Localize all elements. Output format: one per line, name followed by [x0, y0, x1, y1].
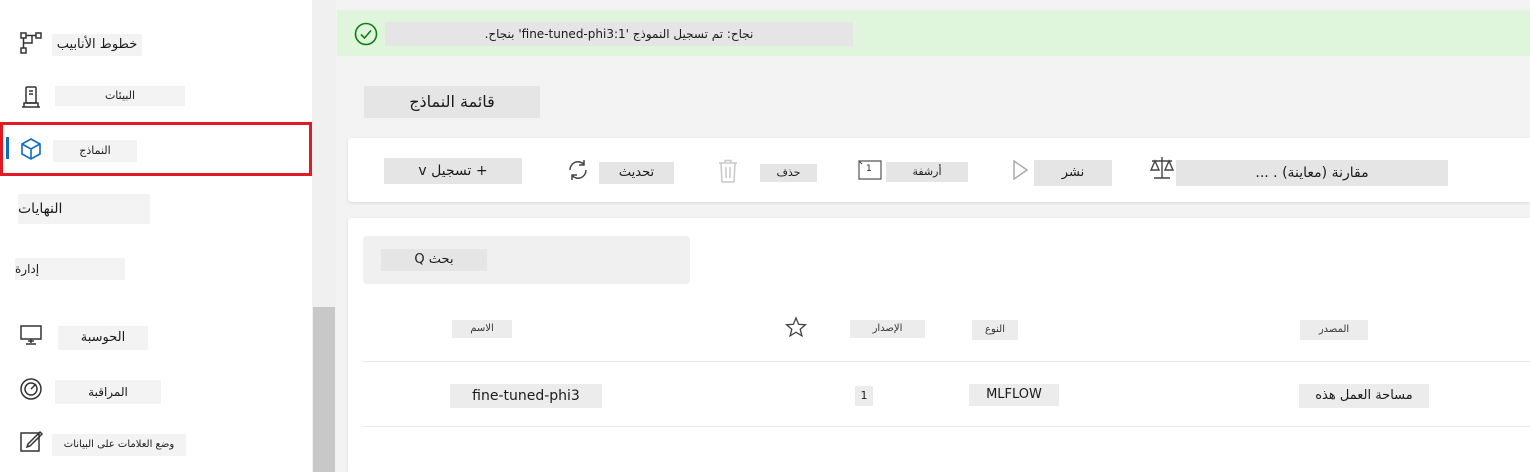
success-check-icon	[354, 22, 378, 46]
archive-button-label: أرشفة	[886, 162, 968, 182]
pipelines-icon	[18, 30, 44, 56]
sidebar-item-label: المراقبة	[55, 380, 161, 404]
banner-message: نجاح: تم تسجيل النموذج 'fine-tuned-phi3:…	[385, 22, 853, 46]
search-input[interactable]: بحث Q	[363, 236, 690, 284]
refresh-icon	[564, 156, 592, 188]
search-label: بحث Q	[381, 249, 487, 271]
delete-button[interactable]: حذف	[716, 154, 817, 186]
monitoring-gauge-icon	[18, 376, 44, 402]
sidebar-item-label: إدارة	[15, 258, 125, 280]
data-labeling-edit-icon	[18, 428, 44, 454]
refresh-button-label: تحديث	[599, 162, 674, 184]
archive-icon: 1	[858, 160, 882, 180]
sidebar-item-label: النماذج	[53, 140, 137, 162]
sidebar-item-pipelines[interactable]: خطوط الأنابيب	[0, 18, 312, 68]
success-banner: نجاح: تم تسجيل النموذج 'fine-tuned-phi3:…	[337, 10, 1530, 56]
sidebar-item-label: البيئات	[55, 86, 185, 106]
deploy-button[interactable]: نشر	[1010, 156, 1112, 186]
sidebar-item-endpoints[interactable]: النهايات	[0, 190, 312, 240]
compute-monitor-icon	[18, 322, 44, 348]
sidebar-item-manage[interactable]: إدارة	[0, 252, 312, 302]
models-toolbar: + تسجيل v تحديث حذف 1 أرشفة نشر مقارنة (…	[348, 138, 1530, 202]
model-name-link[interactable]: fine-tuned-phi3	[450, 384, 602, 408]
table-row[interactable]: fine-tuned-phi3 1 MLFLOW مساحة العمل هذه	[363, 362, 1530, 426]
model-version: 1	[855, 386, 873, 406]
environments-icon	[18, 84, 44, 110]
row-divider	[363, 426, 1530, 427]
compare-scales-icon	[1148, 154, 1176, 186]
archive-icon-number: 1	[866, 164, 872, 174]
selected-indicator	[6, 137, 9, 159]
delete-trash-icon	[716, 158, 740, 188]
compare-button-label: مقارنة (معاينة) . ...	[1176, 160, 1448, 186]
sidebar-item-label: وضع العلامات على البيانات	[52, 434, 186, 456]
column-header-version[interactable]: الإصدار	[850, 320, 925, 338]
register-button-label: + تسجيل v	[384, 158, 522, 184]
sidebar-item-monitoring[interactable]: المراقبة	[0, 372, 312, 422]
sidebar-item-environments[interactable]: البيئات	[0, 72, 312, 122]
page-title: قائمة النماذج	[364, 86, 540, 118]
register-button[interactable]: + تسجيل v	[384, 158, 522, 184]
delete-button-label: حذف	[760, 164, 817, 182]
models-cube-icon	[18, 136, 44, 162]
sidebar-scrollbar-thumb[interactable]	[313, 307, 335, 472]
refresh-button[interactable]: تحديث	[564, 154, 674, 186]
model-type: MLFLOW	[969, 384, 1059, 406]
sidebar-item-compute[interactable]: الحوسبة	[0, 320, 312, 370]
compare-preview-button[interactable]: مقارنة (معاينة) . ...	[1148, 154, 1448, 186]
model-source: مساحة العمل هذه	[1299, 384, 1429, 408]
column-header-name[interactable]: الاسم	[452, 320, 512, 338]
archive-button[interactable]: 1 أرشفة	[858, 158, 968, 184]
sidebar-item-label: النهايات	[18, 194, 150, 224]
deploy-button-label: نشر	[1034, 160, 1112, 186]
sidebar-item-data-labeling[interactable]: وضع العلامات على البيانات	[0, 422, 312, 472]
favorite-star-icon[interactable]	[784, 316, 808, 338]
sidebar: خطوط الأنابيب البيئات النماذج النهايات إ…	[0, 0, 312, 472]
sidebar-item-label: خطوط الأنابيب	[52, 34, 142, 56]
sidebar-item-label: الحوسبة	[58, 326, 148, 350]
column-header-source[interactable]: المصدر	[1300, 320, 1368, 340]
deploy-play-icon	[1010, 158, 1030, 186]
sidebar-item-models[interactable]: النماذج	[0, 122, 312, 176]
models-list-panel: بحث Q الاسم الإصدار النوع المصدر fine-tu…	[348, 218, 1530, 472]
column-header-type[interactable]: النوع	[972, 320, 1018, 340]
